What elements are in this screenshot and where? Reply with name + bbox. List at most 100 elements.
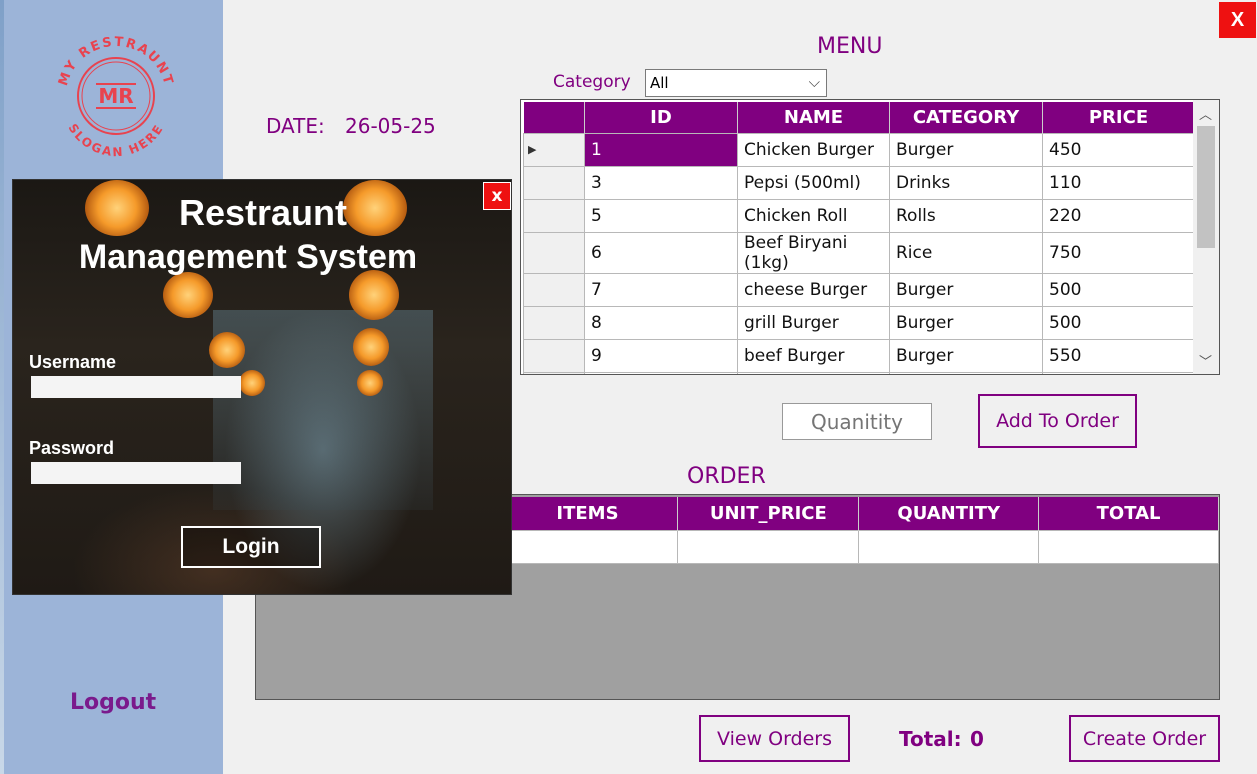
category-select[interactable]: All ⌵	[645, 69, 827, 97]
cell-empty	[889, 371, 1043, 374]
column-header-total[interactable]: TOTAL	[1038, 497, 1219, 530]
lamp-decoration	[353, 328, 389, 366]
cell-id[interactable]: 1	[584, 132, 738, 167]
cell-id[interactable]: 3	[584, 165, 738, 200]
current-row-icon: ▶	[528, 143, 537, 156]
password-label: Password	[29, 438, 115, 458]
chevron-down-icon[interactable]: ﹀	[1199, 351, 1212, 370]
lamp-decoration	[357, 370, 383, 396]
cell-id[interactable]: 5	[584, 198, 738, 233]
cell-empty	[1042, 371, 1195, 374]
column-header-id[interactable]: ID	[584, 102, 738, 133]
table-row[interactable]: 5 Chicken Roll Rolls 220	[523, 198, 1195, 233]
total-value: 0	[970, 727, 984, 751]
view-orders-button[interactable]: View Orders	[699, 715, 850, 762]
logout-link[interactable]: Logout	[70, 690, 156, 715]
cell-name[interactable]: beef Burger	[737, 338, 890, 373]
cell-category[interactable]: Rice	[889, 231, 1043, 274]
svg-text:MY RESTRAUNT: MY RESTRAUNT	[56, 35, 176, 88]
chevron-up-icon[interactable]: ︿	[1199, 104, 1212, 123]
row-selector	[523, 371, 585, 374]
cell-name[interactable]: cheese Burger	[737, 272, 890, 307]
cell-name[interactable]: Chicken Roll	[737, 198, 890, 233]
cell-empty	[737, 371, 890, 374]
category-selected-value: All	[650, 74, 669, 92]
menu-grid-scrollbar[interactable]: ︿ ﹀	[1193, 100, 1219, 374]
cell-category[interactable]: Drinks	[889, 165, 1043, 200]
lamp-decoration	[349, 270, 399, 320]
table-row[interactable]: 6 Beef Biryani (1kg) Rice 750	[523, 231, 1195, 274]
row-selector[interactable]	[523, 231, 585, 274]
chevron-down-icon: ⌵	[808, 73, 820, 91]
background-window-image	[213, 310, 433, 510]
cell-category[interactable]: Rolls	[889, 198, 1043, 233]
date-value: 26-05-25	[345, 114, 436, 138]
menu-title: MENU	[817, 34, 883, 59]
lamp-decoration	[209, 332, 245, 368]
row-selector[interactable]	[523, 305, 585, 340]
svg-text:MR: MR	[98, 84, 133, 108]
total-label: Total:	[899, 727, 962, 751]
cell-price[interactable]: 220	[1042, 198, 1195, 233]
cell-items[interactable]	[496, 529, 679, 564]
add-to-order-button[interactable]: Add To Order	[978, 394, 1137, 448]
username-field[interactable]	[31, 376, 241, 398]
row-selector[interactable]	[523, 338, 585, 373]
restaurant-logo: MY RESTRAUNT SLOGAN HERE MR	[56, 35, 176, 159]
cell-price[interactable]: 550	[1042, 338, 1195, 373]
column-header-quantity[interactable]: QUANTITY	[858, 497, 1040, 530]
column-header-price[interactable]: PRICE	[1042, 102, 1195, 133]
table-row[interactable]: 8 grill Burger Burger 500	[523, 305, 1195, 340]
login-title-line2: Management System	[78, 238, 418, 276]
cell-id[interactable]: 8	[584, 305, 738, 340]
lamp-decoration	[163, 272, 213, 318]
table-row[interactable]	[523, 371, 1195, 374]
cell-quantity[interactable]	[858, 529, 1040, 564]
order-title: ORDER	[687, 464, 766, 489]
cell-name[interactable]: grill Burger	[737, 305, 890, 340]
cell-price[interactable]: 500	[1042, 272, 1195, 307]
table-row[interactable]: ▶ 1 Chicken Burger Burger 450	[523, 132, 1195, 167]
cell-price[interactable]: 750	[1042, 231, 1195, 274]
cell-category[interactable]: Burger	[889, 338, 1043, 373]
login-title-line1: Restraunt	[178, 192, 348, 233]
column-header-items[interactable]: ITEMS	[497, 497, 679, 530]
username-label: Username	[29, 352, 117, 372]
menu-grid[interactable]: ID NAME CATEGORY PRICE ▶ 1 Chicken Burge…	[520, 99, 1220, 375]
cell-id[interactable]: 9	[584, 338, 738, 373]
close-app-button[interactable]: X	[1219, 2, 1256, 38]
cell-name[interactable]: Pepsi (500ml)	[737, 165, 890, 200]
cell-category[interactable]: Burger	[889, 272, 1043, 307]
svg-text:SLOGAN HERE: SLOGAN HERE	[65, 121, 166, 159]
cell-id[interactable]: 6	[584, 231, 738, 274]
scrollbar-thumb[interactable]	[1197, 126, 1215, 248]
cell-total[interactable]	[1038, 529, 1219, 564]
quantity-input[interactable]	[782, 403, 932, 440]
cell-category[interactable]: Burger	[889, 132, 1043, 167]
cell-price[interactable]: 450	[1042, 132, 1195, 167]
cell-price[interactable]: 110	[1042, 165, 1195, 200]
cell-name[interactable]: Beef Biryani (1kg)	[737, 231, 890, 274]
cell-unit-price[interactable]	[677, 529, 860, 564]
cell-category[interactable]: Burger	[889, 305, 1043, 340]
row-selector[interactable]	[523, 272, 585, 307]
column-header-category[interactable]: CATEGORY	[889, 102, 1043, 133]
login-close-button[interactable]: x	[483, 182, 511, 210]
row-selector[interactable]: ▶	[523, 132, 585, 167]
create-order-button[interactable]: Create Order	[1069, 715, 1220, 762]
table-row[interactable]: 9 beef Burger Burger 550	[523, 338, 1195, 373]
cell-id[interactable]: 7	[584, 272, 738, 307]
row-selector[interactable]	[523, 165, 585, 200]
column-header-unit-price[interactable]: UNIT_PRICE	[677, 497, 860, 530]
table-row[interactable]: 7 cheese Burger Burger 500	[523, 272, 1195, 307]
cell-price[interactable]: 500	[1042, 305, 1195, 340]
lamp-decoration	[239, 370, 265, 396]
login-button[interactable]: Login	[181, 526, 321, 568]
row-header-corner	[523, 102, 585, 133]
row-selector[interactable]	[523, 198, 585, 233]
column-header-name[interactable]: NAME	[737, 102, 890, 133]
password-field[interactable]	[31, 462, 241, 484]
category-label: Category	[553, 72, 631, 92]
cell-name[interactable]: Chicken Burger	[737, 132, 890, 167]
table-row[interactable]: 3 Pepsi (500ml) Drinks 110	[523, 165, 1195, 200]
